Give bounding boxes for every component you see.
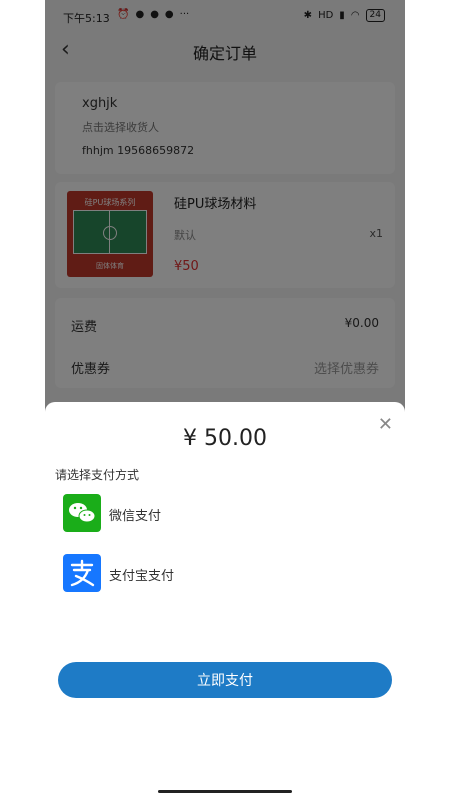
payment-sheet: ✕ ¥ 50.00 请选择支付方式 微信支付 支付宝支付 立即支付 [45, 402, 405, 800]
alipay-label: 支付宝支付 [109, 569, 175, 584]
alipay-icon [63, 554, 101, 592]
wechat-pay-option[interactable]: 微信支付 [63, 494, 363, 534]
wechat-pay-label: 微信支付 [109, 509, 162, 524]
home-indicator [158, 790, 292, 793]
pay-now-button[interactable]: 立即支付 [58, 662, 392, 698]
alipay-option[interactable]: 支付宝支付 [63, 554, 363, 594]
payment-method-label: 请选择支付方式 [55, 468, 140, 482]
payment-amount: ¥ 50.00 [183, 426, 267, 451]
app-frame: 下午5:13 ⏰ ● ● ● ··· ✱ HD ▮ ◠ 24 ‹ 确定订单 xg… [45, 0, 405, 800]
wechat-icon [63, 494, 101, 532]
